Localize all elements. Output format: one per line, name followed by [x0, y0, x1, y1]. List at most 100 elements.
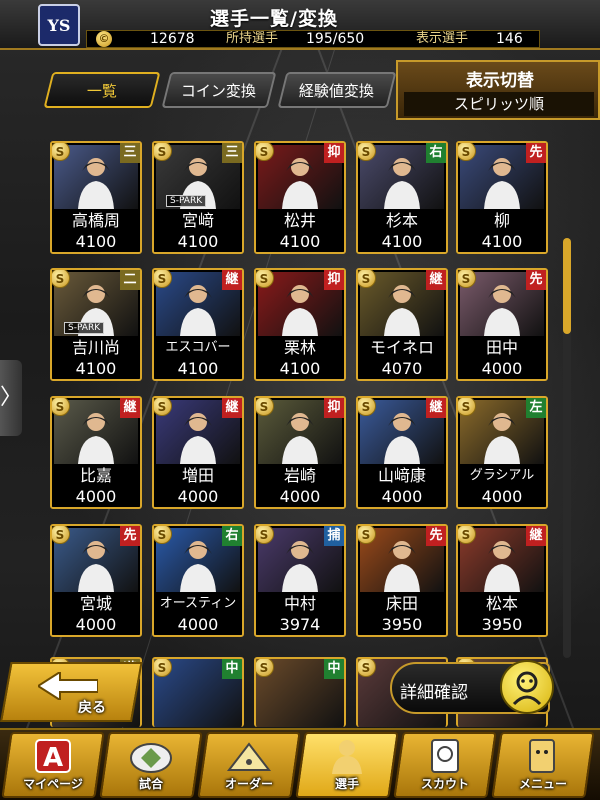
- spirit-value: 4000: [52, 615, 140, 635]
- player-figure-icon: [282, 285, 318, 336]
- player-card[interactable]: S 捕中村 3974: [254, 524, 346, 637]
- nav-label: マイページ: [23, 777, 83, 791]
- player-card[interactable]: S 継増田 4000: [152, 396, 244, 509]
- spirit-value: 4100: [154, 232, 242, 252]
- spirit-badge-icon: S: [154, 398, 172, 416]
- spirit-badge-icon: S: [52, 526, 70, 544]
- spirit-value: 4070: [358, 359, 446, 379]
- player-name: 比嘉: [52, 465, 140, 487]
- player-figure-icon: [78, 541, 114, 592]
- spirit-badge-icon: S: [458, 143, 476, 161]
- player-name: 山﨑康: [358, 465, 446, 487]
- player-figure-icon: [384, 413, 420, 464]
- player-name: 栗林: [256, 337, 344, 359]
- scout-icon: [431, 739, 459, 773]
- player-figure-icon: [78, 158, 114, 209]
- spirit-badge-icon: S: [358, 526, 376, 544]
- spirit-badge-icon: S: [154, 143, 172, 161]
- player-name: 増田: [154, 465, 242, 487]
- spirit-value: 3950: [358, 615, 446, 635]
- spirit-value: 3974: [256, 615, 344, 635]
- position-badge: 継: [222, 398, 242, 418]
- spirit-value: 4000: [154, 615, 242, 635]
- player-card[interactable]: S 抑松井 4100: [254, 141, 346, 254]
- player-card[interactable]: S 抑栗林 4100: [254, 268, 346, 381]
- player-figure-icon: [484, 158, 520, 209]
- player-card[interactable]: S 継山﨑康 4000: [356, 396, 448, 509]
- spirit-value: 4000: [458, 359, 546, 379]
- spirit-value: 4100: [52, 359, 140, 379]
- player-card[interactable]: S-PARK S 二吉川尚 4100: [50, 268, 142, 381]
- detail-person-icon[interactable]: [500, 660, 554, 714]
- scroll-thumb[interactable]: [563, 238, 571, 334]
- player-figure-icon: [384, 541, 420, 592]
- player-name: 吉川尚: [52, 337, 140, 359]
- player-card[interactable]: S 継モイネロ 4070: [356, 268, 448, 381]
- player-name: 宮﨑: [154, 210, 242, 232]
- player-card[interactable]: S 先柳 4100: [456, 141, 548, 254]
- spirit-value: 4000: [358, 487, 446, 507]
- position-badge: 三: [120, 143, 140, 163]
- position-badge: 継: [120, 398, 140, 418]
- spirit-badge-icon: S: [52, 398, 70, 416]
- player-card[interactable]: S 右杉本 4100: [356, 141, 448, 254]
- position-badge: 継: [526, 526, 546, 546]
- sponsor-logo: S-PARK: [166, 195, 207, 207]
- player-card[interactable]: S 三高橋周 4100: [50, 141, 142, 254]
- player-card[interactable]: S 左グラシアル 4000: [456, 396, 548, 509]
- position-badge: 先: [526, 143, 546, 163]
- spirit-badge-icon: S: [458, 526, 476, 544]
- player-card[interactable]: S-PARK S 三宮﨑 4100: [152, 141, 244, 254]
- position-badge: 抑: [324, 143, 344, 163]
- position-badge: 右: [426, 143, 446, 163]
- spirit-badge-icon: S: [52, 143, 70, 161]
- spirit-value: 4100: [256, 232, 344, 252]
- player-name: 松本: [458, 593, 546, 615]
- spirit-value: 4000: [154, 487, 242, 507]
- position-badge: 捕: [324, 526, 344, 546]
- player-name: エスコバー: [154, 337, 242, 359]
- player-card[interactable]: S 先宮城 4000: [50, 524, 142, 637]
- spirit-badge-icon: S: [256, 659, 274, 677]
- player-name: オースティン: [154, 593, 242, 615]
- position-badge: 二: [120, 270, 140, 290]
- player-figure-icon: [282, 413, 318, 464]
- spirit-badge-icon: S: [154, 270, 172, 288]
- menu-icon: [529, 739, 555, 773]
- spirit-badge-icon: S: [458, 398, 476, 416]
- position-badge: 継: [426, 270, 446, 290]
- player-card[interactable]: S 先田中 4000: [456, 268, 548, 381]
- nav-label: 試合: [138, 777, 163, 791]
- spirit-value: 4000: [458, 487, 546, 507]
- field-icon: [226, 742, 272, 771]
- nav-label: スカウト: [420, 777, 469, 791]
- player-card[interactable]: S 先床田 3950: [356, 524, 448, 637]
- player-card[interactable]: S 継比嘉 4000: [50, 396, 142, 509]
- spirit-badge-icon: S: [256, 398, 274, 416]
- spirit-value: 4100: [256, 359, 344, 379]
- spirit-badge-icon: S: [458, 270, 476, 288]
- spirit-value: 4100: [52, 232, 140, 252]
- player-card-partial[interactable]: S中: [254, 657, 346, 727]
- player-card[interactable]: S 継エスコバー 4100: [152, 268, 244, 381]
- player-card[interactable]: S 継松本 3950: [456, 524, 548, 637]
- a-emblem-icon: A: [35, 739, 71, 773]
- player-figure-icon: [384, 285, 420, 336]
- player-figure-icon: [484, 285, 520, 336]
- player-card-partial[interactable]: S中: [152, 657, 244, 727]
- position-badge: 三: [222, 143, 242, 163]
- nav-label: メニュー: [518, 777, 567, 791]
- player-figure-icon: [282, 541, 318, 592]
- player-card[interactable]: S 右オースティン 4000: [152, 524, 244, 637]
- position-badge: 継: [222, 270, 242, 290]
- spirit-badge-icon: S: [154, 526, 172, 544]
- position-badge: 中: [222, 659, 242, 679]
- position-badge: 継: [426, 398, 446, 418]
- spirit-badge-icon: S: [52, 270, 70, 288]
- player-card[interactable]: S 抑岩崎 4000: [254, 396, 346, 509]
- player-name: 田中: [458, 337, 546, 359]
- detail-button-label: 詳細確認: [400, 683, 468, 703]
- player-name: 宮城: [52, 593, 140, 615]
- player-name: 床田: [358, 593, 446, 615]
- player-name: 杉本: [358, 210, 446, 232]
